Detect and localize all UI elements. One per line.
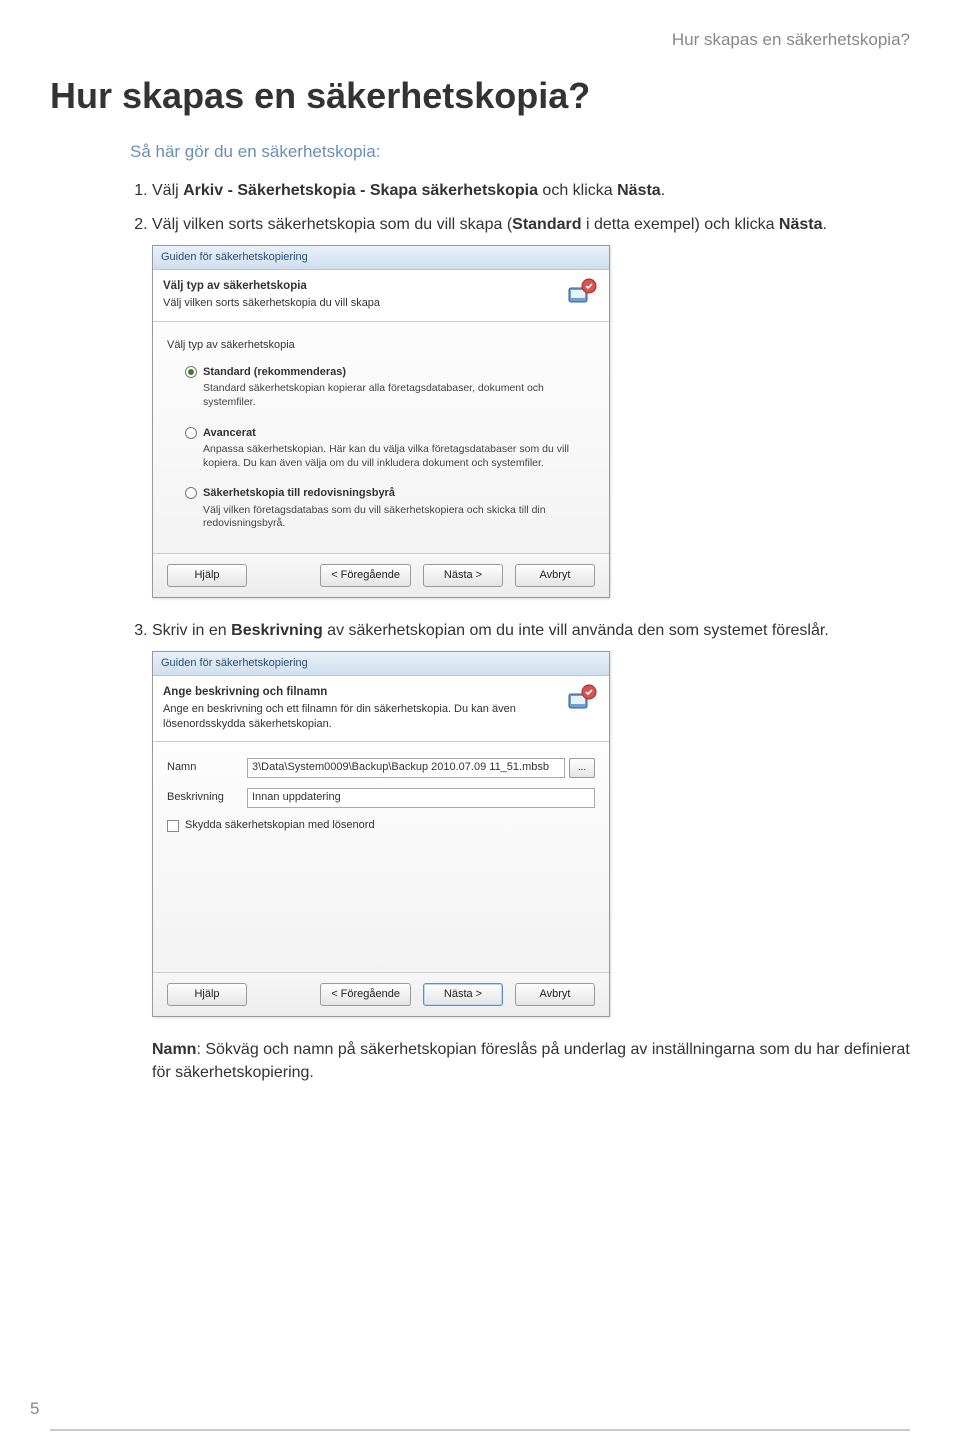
option-desc: Välj vilken företagsdatabas som du vill … [203,504,595,531]
bold-text: Standard [512,216,581,233]
document-page: Hur skapas en säkerhetskopia? Hur skapas… [0,0,960,1445]
dialog-subheading: Välj vilken sorts säkerhetskopia du vill… [163,296,555,310]
option-advanced[interactable]: Avancerat Anpassa säkerhetskopian. Här k… [185,426,595,471]
footer-rule [50,1429,910,1431]
bold-text: Arkiv - Säkerhetskopia - Skapa säkerhets… [183,182,538,199]
backup-icon [565,684,599,714]
dialog-footer: Hjälp < Föregående Nästa > Avbryt [153,972,609,1016]
option-label: Säkerhetskopia till redovisningsbyrå [203,486,395,501]
help-button[interactable]: Hjälp [167,983,247,1006]
name-input[interactable]: 3\Data\System0009\Backup\Backup 2010.07.… [247,758,565,778]
radio-icon[interactable] [185,487,197,499]
protect-label: Skydda säkerhetskopian med lösenord [185,818,375,833]
steps-list: Välj Arkiv - Säkerhetskopia - Skapa säke… [130,180,910,1084]
page-number: 5 [30,1399,39,1419]
running-head: Hur skapas en säkerhetskopia? [50,30,910,50]
text: och klicka [538,182,617,199]
option-desc: Standard säkerhetskopian kopierar alla f… [203,382,595,409]
footnote-label: Namn [152,1041,196,1058]
dialog-body: Välj typ av säkerhetskopia Standard (rek… [153,322,609,553]
name-field-row: Namn 3\Data\System0009\Backup\Backup 201… [167,758,595,778]
section-label: Välj typ av säkerhetskopia [167,338,595,353]
option-label: Standard (rekommenderas) [203,365,346,380]
dialog-heading: Välj typ av säkerhetskopia [163,278,555,294]
text: Välj vilken sorts säkerhetskopia som du … [152,216,512,233]
text: Välj [152,182,183,199]
cancel-button[interactable]: Avbryt [515,564,595,587]
dialog-titlebar: Guiden för säkerhetskopiering [153,652,609,676]
radio-icon[interactable] [185,366,197,378]
option-accountant[interactable]: Säkerhetskopia till redovisningsbyrå Väl… [185,486,595,531]
text: . [823,216,827,233]
footnote-text: : Sökväg och namn på säkerhetskopian för… [152,1041,910,1080]
option-standard[interactable]: Standard (rekommenderas) Standard säkerh… [185,365,595,410]
intro-text: Så här gör du en säkerhetskopia: [130,142,910,162]
protect-checkbox-row[interactable]: Skydda säkerhetskopian med lösenord [167,818,595,833]
next-button[interactable]: Nästa > [423,983,503,1006]
bold-text: Nästa [779,216,823,233]
help-button[interactable]: Hjälp [167,564,247,587]
option-label: Avancerat [203,426,256,441]
dialog-body: Namn 3\Data\System0009\Backup\Backup 201… [153,742,609,972]
text: . [661,182,665,199]
prev-button[interactable]: < Föregående [320,983,411,1006]
dialog-subheading: Ange en beskrivning och ett filnamn för … [163,702,555,731]
step-1: Välj Arkiv - Säkerhetskopia - Skapa säke… [152,180,910,202]
text: av säkerhetskopian om du inte vill använ… [323,622,829,639]
step-3: Skriv in en Beskrivning av säkerhetskopi… [152,620,910,1084]
desc-label: Beskrivning [167,790,247,805]
checkbox-icon[interactable] [167,820,179,832]
dialog-header: Välj typ av säkerhetskopia Välj vilken s… [153,270,609,321]
name-label: Namn [167,760,247,775]
option-desc: Anpassa säkerhetskopian. Här kan du välj… [203,443,595,470]
next-button[interactable]: Nästa > [423,564,503,587]
dialog-footer: Hjälp < Föregående Nästa > Avbryt [153,553,609,597]
text: Skriv in en [152,622,231,639]
dialog-heading: Ange beskrivning och filnamn [163,684,555,700]
backup-icon [565,278,599,308]
radio-icon[interactable] [185,427,197,439]
backup-wizard-dialog-name: Guiden för säkerhetskopiering Ange beskr… [152,651,610,1017]
cancel-button[interactable]: Avbryt [515,983,595,1006]
dialog-header: Ange beskrivning och filnamn Ange en bes… [153,676,609,742]
text: i detta exempel) och klicka [582,216,779,233]
step-2: Välj vilken sorts säkerhetskopia som du … [152,214,910,598]
prev-button[interactable]: < Föregående [320,564,411,587]
bold-text: Nästa [617,182,661,199]
desc-input[interactable]: Innan uppdatering [247,788,595,808]
dialog-titlebar: Guiden för säkerhetskopiering [153,246,609,270]
content-area: Så här gör du en säkerhetskopia: Välj Ar… [50,142,910,1084]
desc-field-row: Beskrivning Innan uppdatering [167,788,595,808]
footnote: Namn: Sökväg och namn på säkerhetskopian… [152,1039,910,1084]
browse-button[interactable]: ... [569,758,595,778]
page-title: Hur skapas en säkerhetskopia? [50,75,910,117]
bold-text: Beskrivning [231,622,323,639]
backup-wizard-dialog-type: Guiden för säkerhetskopiering Välj typ a… [152,245,610,599]
